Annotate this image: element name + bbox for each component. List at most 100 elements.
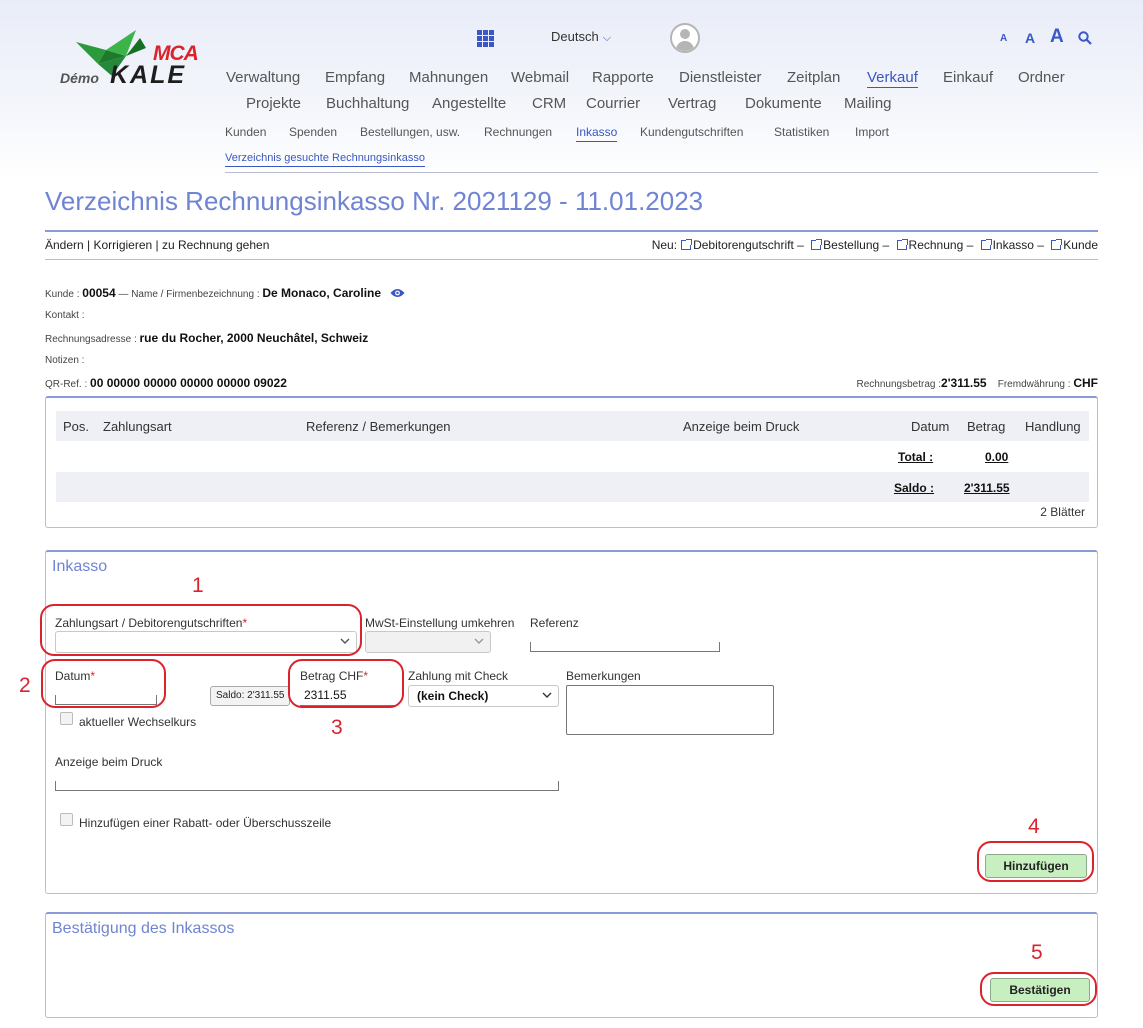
- action-links[interactable]: Ändern | Korrigieren | zu Rechnung gehen: [45, 238, 269, 252]
- saldo-label: Saldo :: [894, 481, 935, 495]
- qr-label: QR-Ref. :: [45, 379, 88, 390]
- new-kunde-link[interactable]: Kunde: [1063, 238, 1098, 252]
- betrag-label: Rechnungsbetrag :: [856, 379, 942, 390]
- confirmation-title: Bestätigung des Inkassos: [52, 920, 235, 937]
- nav-verkauf[interactable]: Verkauf: [867, 69, 918, 88]
- referenz-input[interactable]: [530, 642, 720, 652]
- external-link-icon: [980, 239, 992, 250]
- new-bestellung-link[interactable]: Bestellung: [823, 238, 879, 252]
- waehrung-label: Fremdwährung :: [997, 379, 1071, 390]
- eye-icon[interactable]: [390, 288, 405, 298]
- nav-vertrag[interactable]: Vertrag: [668, 95, 716, 112]
- subsub-verzeichnis[interactable]: Verzeichnis gesuchte Rechnungsinkasso: [225, 152, 425, 167]
- annotation-box-2: [41, 659, 166, 708]
- th-datum: Datum: [911, 419, 950, 434]
- subnav-kundengutschriften[interactable]: Kundengutschriften: [640, 125, 743, 139]
- nav-rapporte[interactable]: Rapporte: [592, 69, 654, 86]
- logo-demo: Démo: [60, 70, 99, 86]
- subnav-inkasso[interactable]: Inkasso: [576, 125, 618, 142]
- th-betrag: Betrag: [967, 419, 1006, 434]
- rabatt-label: Hinzufügen einer Rabatt- oder Überschuss…: [79, 816, 332, 830]
- new-debitorengutschrift-link[interactable]: Debitorengutschrift: [693, 238, 794, 252]
- language-select[interactable]: Deutsch ⌵: [551, 29, 611, 45]
- nav-dokumente[interactable]: Dokumente: [745, 95, 822, 112]
- nav-empfang[interactable]: Empfang: [325, 69, 385, 86]
- inkasso-title: Inkasso: [52, 558, 108, 575]
- external-link-icon: [681, 239, 693, 250]
- referenz-label: Referenz: [530, 616, 579, 630]
- annotation-number-2: 2: [19, 674, 31, 697]
- kunde-label: Kunde :: [45, 289, 80, 300]
- check-label: Zahlung mit Check: [408, 669, 509, 683]
- user-avatar-icon[interactable]: [670, 23, 700, 53]
- mwst-select[interactable]: [365, 631, 491, 653]
- pages-count: 2 Blätter: [1040, 505, 1085, 519]
- total-value: 0.00: [985, 450, 1009, 464]
- adresse-label: Rechnungsadresse :: [45, 334, 137, 345]
- nav-crm[interactable]: CRM: [532, 95, 566, 112]
- th-anzeige: Anzeige beim Druck: [683, 419, 800, 434]
- search-icon[interactable]: [1078, 31, 1092, 45]
- annotation-box-5: [980, 972, 1097, 1006]
- external-link-icon: [896, 239, 908, 250]
- annotation-number-1: 1: [192, 574, 204, 597]
- waehrung-value: CHF: [1073, 376, 1098, 390]
- subnav-import[interactable]: Import: [855, 125, 889, 139]
- th-pos: Pos.: [63, 419, 90, 434]
- nav-einkauf[interactable]: Einkauf: [943, 69, 993, 86]
- subnav-bestellungen[interactable]: Bestellungen, usw.: [360, 125, 460, 139]
- anzeige-input[interactable]: [55, 781, 559, 791]
- subnav-rechnungen[interactable]: Rechnungen: [484, 125, 552, 139]
- language-label: Deutsch: [551, 29, 599, 44]
- apps-grid-icon[interactable]: [477, 30, 494, 47]
- nav-zeitplan[interactable]: Zeitplan: [787, 69, 840, 86]
- annotation-number-5: 5: [1031, 941, 1043, 964]
- nav-ordner[interactable]: Ordner: [1018, 69, 1065, 86]
- check-select[interactable]: (kein Check): [408, 685, 559, 707]
- title-divider: [45, 230, 1098, 232]
- wechselkurs-label: aktueller Wechselkurs: [79, 715, 197, 729]
- address-line: Rechnungsadresse : rue du Rocher, 2000 N…: [45, 331, 368, 345]
- nav-verwaltung[interactable]: Verwaltung: [226, 69, 300, 86]
- nav-mahnungen[interactable]: Mahnungen: [409, 69, 488, 86]
- notizen-label: Notizen :: [45, 355, 85, 366]
- page-title: Verzeichnis Rechnungsinkasso Nr. 2021129…: [45, 186, 704, 216]
- actions-divider: [45, 259, 1098, 260]
- chevron-down-icon: [542, 692, 552, 698]
- nav-webmail[interactable]: Webmail: [511, 69, 569, 86]
- subnav-statistiken[interactable]: Statistiken: [774, 125, 829, 139]
- bemerkungen-textarea[interactable]: [566, 685, 774, 735]
- saldo-button[interactable]: Saldo: 2'311.55: [210, 686, 291, 706]
- anzeige-label: Anzeige beim Druck: [55, 755, 163, 769]
- confirmation-box: Bestätigung des Inkassos Bestätigen: [45, 912, 1098, 1018]
- subnav-kunden[interactable]: Kunden: [225, 125, 266, 139]
- nav-dienstleister[interactable]: Dienstleister: [679, 69, 762, 86]
- new-rechnung-link[interactable]: Rechnung: [909, 238, 964, 252]
- chevron-down-icon: ⌵: [602, 32, 612, 44]
- nav-divider: [225, 172, 1098, 173]
- nav-projekte[interactable]: Projekte: [246, 95, 301, 112]
- total-label: Total :: [898, 450, 934, 464]
- kontakt-label: Kontakt :: [45, 310, 85, 321]
- annotation-number-4: 4: [1028, 815, 1040, 838]
- font-size-large-button[interactable]: A: [1050, 26, 1064, 48]
- logo-kale: KALE: [110, 61, 187, 89]
- annotation-box-4: [977, 841, 1094, 882]
- nav-buchhaltung[interactable]: Buchhaltung: [326, 95, 409, 112]
- subnav-spenden[interactable]: Spenden: [289, 125, 337, 139]
- font-size-medium-button[interactable]: A: [1025, 30, 1035, 46]
- nav-angestellte[interactable]: Angestellte: [432, 95, 506, 112]
- font-size-small-button[interactable]: A: [1000, 33, 1007, 44]
- kunde-value: 00054: [82, 286, 116, 300]
- logo[interactable]: MCA KALE Démo: [58, 30, 218, 100]
- new-inkasso-link[interactable]: Inkasso: [993, 238, 1034, 252]
- wechselkurs-checkbox[interactable]: [60, 712, 73, 725]
- rabatt-checkbox[interactable]: [60, 813, 73, 826]
- nav-mailing[interactable]: Mailing: [844, 95, 892, 112]
- table-header: Pos. Zahlungsart Referenz / Bemerkungen …: [56, 411, 1089, 441]
- th-handlung: Handlung: [1025, 419, 1081, 434]
- customer-line: Kunde : 00054 — Name / Firmenbezeichnung…: [45, 286, 405, 300]
- nav-courrier[interactable]: Courrier: [586, 95, 640, 112]
- annotation-number-3: 3: [331, 716, 343, 739]
- inkasso-form: Inkasso Zahlungsart / Debitorengutschrif…: [45, 550, 1098, 894]
